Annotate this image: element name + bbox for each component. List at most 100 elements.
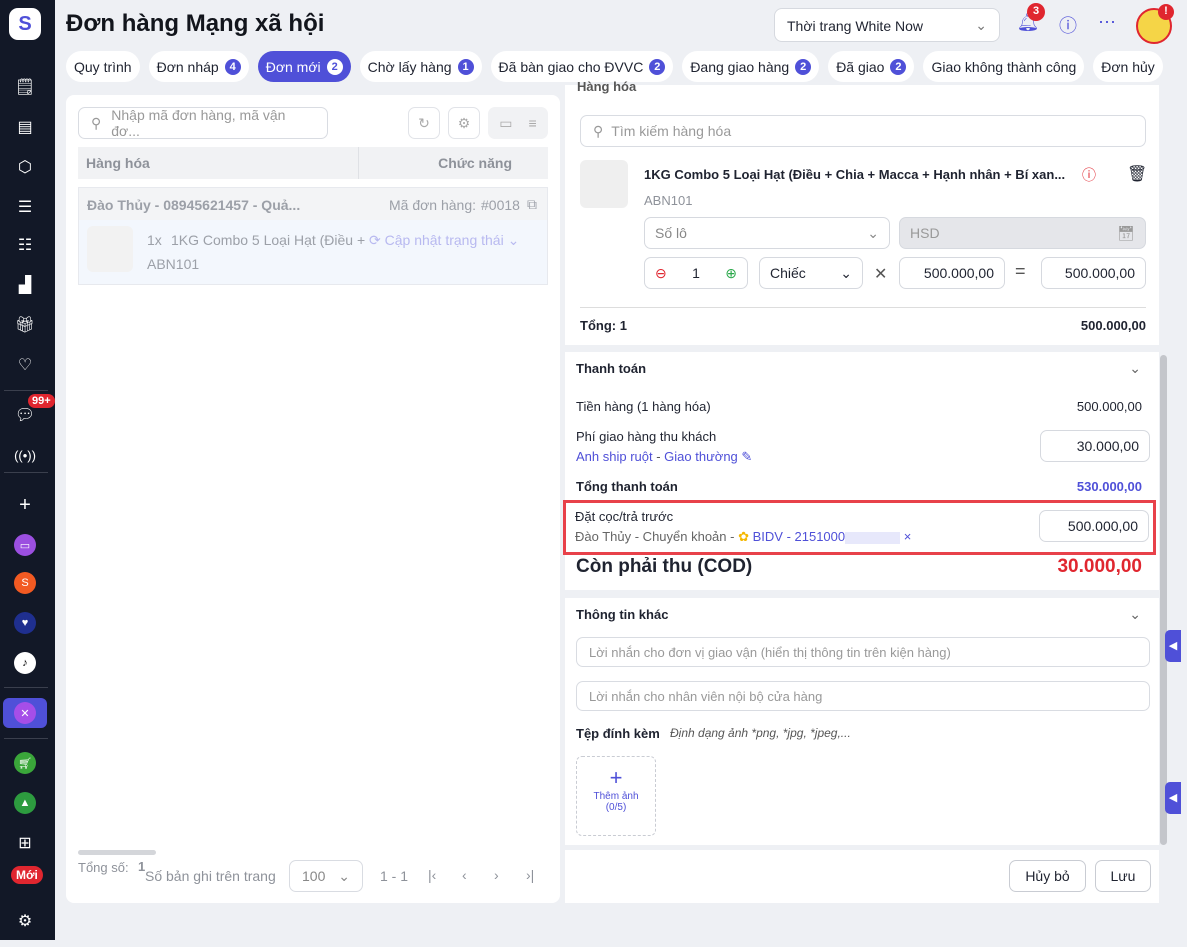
chevron-down-icon[interactable]: ⌄ [1129, 606, 1141, 623]
tab-da-giao[interactable]: Đã giao 2 [828, 51, 915, 82]
col-action: Chức năng [438, 155, 512, 171]
tab-giao-khong-thanh-cong[interactable]: Giao không thành công [923, 51, 1085, 82]
per-page-label: Số bản ghi trên trang [145, 868, 276, 884]
next-page-icon[interactable]: › [494, 867, 499, 883]
save-button[interactable]: Lưu [1095, 860, 1151, 892]
tab-don-nhap[interactable]: Đơn nháp 4 [148, 51, 249, 82]
per-page-select[interactable]: 100 ⌄ [289, 860, 363, 892]
remove-icon[interactable]: × [904, 529, 912, 544]
deposit-input[interactable]: 500.000,00 [1039, 510, 1149, 542]
search-placeholder: Tìm kiếm hàng hóa [611, 123, 732, 139]
trash-icon[interactable]: 🗑︎ [1127, 164, 1147, 184]
status-update-dropdown[interactable]: ⟳ Cập nhật trạng thái ⌄ [369, 232, 519, 249]
collapse-left-button-2[interactable]: ◀ [1165, 782, 1181, 814]
social-network-icon[interactable]: ✕ [3, 698, 47, 728]
heart-icon[interactable]: ♡ [10, 352, 40, 378]
tab-label: Đơn mới [265, 58, 321, 75]
chart-icon[interactable]: ▟ [10, 272, 40, 298]
tab-cho-lay-hang[interactable]: Chờ lấy hàng 1 [359, 51, 482, 82]
cart-icon[interactable]: 🛒︎ [10, 750, 40, 776]
ship-fee-input[interactable]: 30.000,00 [1040, 430, 1150, 462]
gift-icon[interactable]: 🎁︎ [10, 312, 40, 338]
grand-total-label: Tổng thanh toán [576, 479, 678, 494]
expiry-date-input[interactable]: HSD 📅︎ [899, 217, 1146, 249]
status-tabs: Quy trình Đơn nháp 4 Đơn mới 2 Chờ lấy hàn… [66, 51, 1163, 82]
table-header: Hàng hóa Chức năng [78, 147, 548, 179]
settings-button[interactable]: ⚙ [448, 107, 480, 139]
goods-total-label: Tổng: 1 [580, 318, 627, 333]
carrier-note-input[interactable]: Lời nhắn cho đơn vị giao vận (hiển thị t… [576, 637, 1150, 667]
broadcast-icon[interactable]: ((•)) [10, 442, 40, 468]
app-logo[interactable]: S [9, 8, 41, 40]
settings-icon[interactable]: ⚙ [10, 908, 40, 934]
order-qty: 1x [147, 232, 162, 248]
price-input[interactable]: 500.000,00 [899, 257, 1005, 289]
edit-icon[interactable]: ✎ [741, 449, 752, 464]
order-search-input[interactable]: ⚲ Nhập mã đơn hàng, mã vận đơ... [78, 107, 328, 139]
hsd-placeholder: HSD [910, 225, 940, 241]
lot-select[interactable]: Số lô ⌄ [644, 217, 890, 249]
unit-select[interactable]: Chiếc ⌄ [759, 257, 863, 289]
tab-da-ban-giao[interactable]: Đã bàn giao cho ĐVVC 2 [490, 51, 674, 82]
tab-quy-trinh[interactable]: Quy trình [66, 51, 140, 82]
product-image [87, 226, 133, 272]
checklist-icon[interactable]: ☷ [10, 232, 40, 258]
order-code-label: Mã đơn hàng: [389, 197, 477, 213]
tab-count: 2 [326, 58, 343, 75]
chevron-down-icon[interactable]: ⌄ [1129, 360, 1141, 377]
plus-icon[interactable]: ⊕ [725, 265, 737, 282]
internal-note-placeholder: Lời nhắn cho nhân viên nội bộ cửa hàng [589, 688, 823, 704]
chevron-down-icon: ⌄ [338, 867, 350, 884]
document-icon[interactable]: ▤ [10, 114, 40, 140]
list-icon[interactable]: ☰ [10, 194, 40, 220]
box-icon[interactable]: ⬡ [10, 154, 40, 180]
bidv-icon: ✿ [738, 529, 749, 544]
list-view-icon[interactable]: ≡ [529, 115, 537, 131]
collapse-left-button[interactable]: ◀ [1165, 630, 1181, 662]
last-page-icon[interactable]: ›| [526, 867, 534, 883]
shipping-method-link[interactable]: Anh ship ruột - Giao thường ✎ [576, 449, 752, 465]
lazada-icon[interactable]: ♥ [10, 610, 40, 636]
more-icon[interactable]: ⋯ [1095, 12, 1119, 36]
plus-icon[interactable]: + [10, 492, 40, 518]
internal-note-input[interactable]: Lời nhắn cho nhân viên nội bộ cửa hàng [576, 681, 1150, 711]
horizontal-scrollbar[interactable] [78, 850, 156, 855]
goods-search-input[interactable]: ⚲ Tìm kiếm hàng hóa [580, 115, 1146, 147]
copy-icon[interactable]: ⧉ [527, 196, 537, 213]
deposit-value: 500.000,00 [1067, 518, 1138, 534]
add-image-button[interactable]: + Thêm ảnh (0/5) [576, 756, 656, 836]
calendar-icon[interactable]: 📅︎ [1117, 225, 1135, 242]
bank-account: BIDV - 2151000 [752, 529, 846, 544]
app-a-icon[interactable]: ▲ [10, 790, 40, 816]
apps-add-icon[interactable]: ⊞ [10, 830, 40, 856]
separator: - [652, 449, 665, 464]
equals-icon: = [1015, 261, 1026, 281]
vertical-scrollbar[interactable] [1160, 355, 1167, 845]
cancel-button[interactable]: Hủy bỏ [1009, 860, 1086, 892]
shopee-icon[interactable]: S [10, 570, 40, 596]
amount-input[interactable]: 500.000,00 [1041, 257, 1146, 289]
total-label: Tổng số: [78, 860, 129, 875]
view-toggle[interactable]: ▭ ≡ [488, 107, 548, 139]
minus-icon[interactable]: ⊖ [655, 265, 667, 282]
card-view-icon[interactable]: ▭ [499, 115, 512, 132]
tab-label: Quy trình [74, 58, 132, 75]
tab-dang-giao[interactable]: Đang giao hàng 2 [682, 51, 820, 82]
order-sku: ABN101 [147, 256, 200, 272]
store-select[interactable]: Thời trang White Now ⌄ [774, 8, 1000, 42]
tiktok-icon[interactable]: ♪ [10, 650, 40, 676]
order-row[interactable]: Đào Thủy - 08945621457 - Quả... Mã đơn h… [78, 187, 548, 285]
quantity-stepper[interactable]: ⊖ 1 ⊕ [644, 257, 748, 289]
prev-page-icon[interactable]: ‹ [462, 867, 467, 883]
tab-don-moi[interactable]: Đơn mới 2 [257, 51, 351, 82]
chat-badge: 99+ [28, 394, 55, 408]
refresh-button[interactable]: ↻ [408, 107, 440, 139]
help-icon[interactable]: ⓘ [1056, 12, 1080, 36]
tab-don-huy[interactable]: Đơn hủy [1093, 51, 1163, 82]
order-check-icon[interactable]: 🗒 [10, 74, 40, 100]
amount-value: 500.000,00 [1064, 265, 1135, 281]
carrier-note-placeholder: Lời nhắn cho đơn vị giao vận (hiển thị t… [589, 644, 951, 660]
chevron-down-icon: ⌄ [975, 17, 987, 33]
first-page-icon[interactable]: |‹ [428, 867, 436, 883]
channel-1-icon[interactable]: ▭ [10, 532, 40, 558]
